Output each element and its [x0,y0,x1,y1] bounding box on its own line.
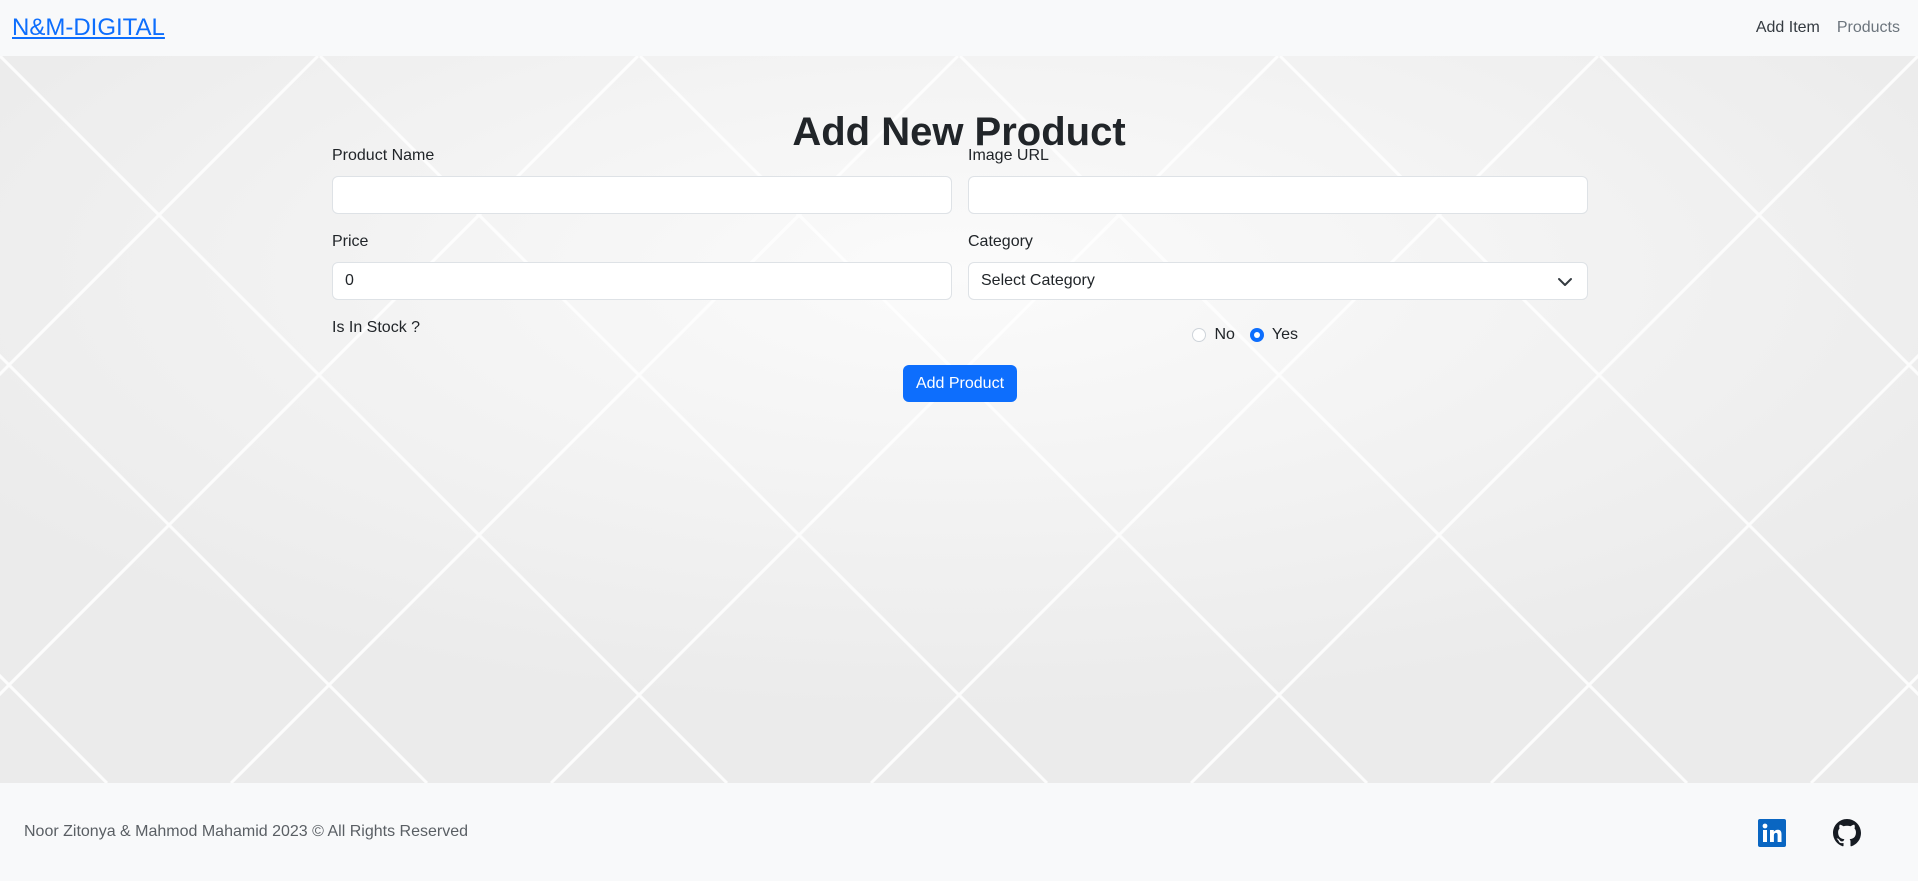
image-url-label: Image URL [968,147,1049,164]
category-label: Category [968,233,1033,250]
copyright-text: Noor Zitonya & Mahmod Mahamid 2023 © All… [24,823,468,840]
nav-links: Add Item Products [1756,19,1900,37]
background-pattern [0,56,1918,783]
nav-products[interactable]: Products [1837,19,1900,37]
linkedin-icon[interactable] [1758,819,1786,847]
brand-link[interactable]: N&M-DIGITAL [12,14,165,42]
nav-add-item[interactable]: Add Item [1756,19,1820,37]
price-input[interactable]: 0 [332,262,952,300]
radio-yes-label: Yes [1271,326,1298,343]
add-product-button[interactable]: Add Product [903,365,1017,402]
chevron-down-icon [1558,278,1572,286]
github-icon[interactable] [1833,819,1861,847]
in-stock-option-yes[interactable]: Yes [1249,326,1298,344]
in-stock-option-no[interactable]: No [1192,326,1235,344]
in-stock-label: Is In Stock ? [332,319,421,336]
price-label: Price [332,233,369,250]
radio-no[interactable] [1192,328,1207,342]
navbar: N&M-DIGITAL Add Item Products [0,0,1918,56]
footer: Noor Zitonya & Mahmod Mahamid 2023 © All… [0,783,1918,881]
product-name-input[interactable] [332,176,952,214]
radio-no-label: No [1214,326,1235,343]
product-name-label: Product Name [332,147,435,164]
in-stock-radio-group: No Yes [1177,326,1298,344]
category-selected-value: Select Category [981,272,1095,289]
main-content: Add New Product Product Name Image URL P… [0,56,1918,783]
page-title: Add New Product [792,110,1126,154]
image-url-input[interactable] [968,176,1588,214]
category-select[interactable]: Select Category [968,262,1588,300]
radio-yes[interactable] [1249,328,1264,342]
